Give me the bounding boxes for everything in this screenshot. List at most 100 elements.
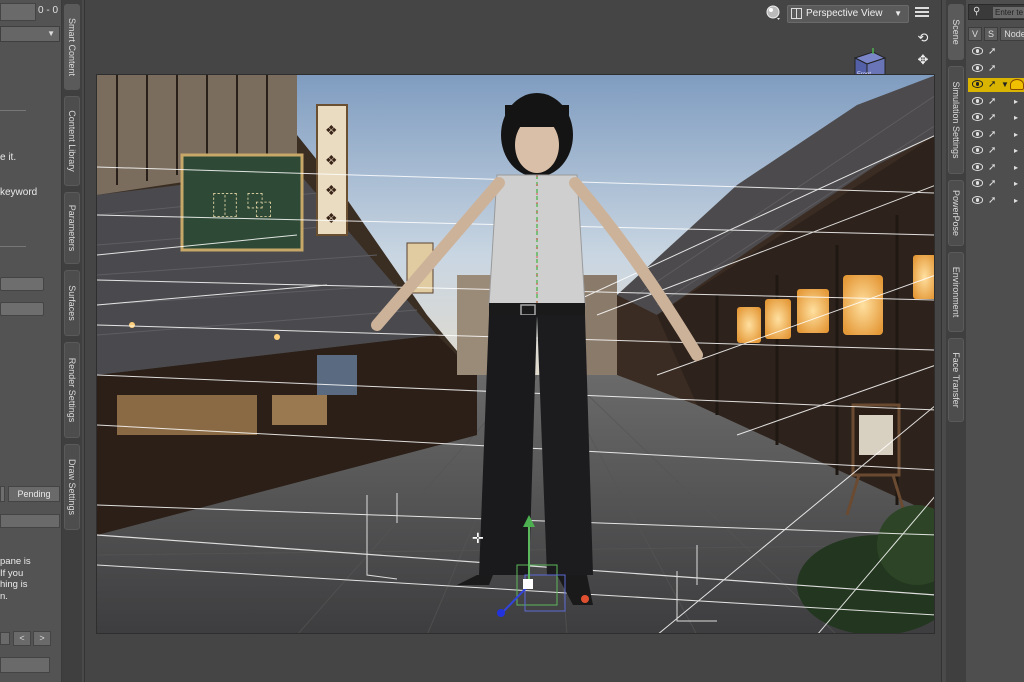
visibility-eye-icon[interactable] xyxy=(972,47,983,55)
visibility-eye-icon[interactable] xyxy=(972,195,983,204)
view-select[interactable]: Perspective View ▼ xyxy=(787,5,909,23)
selectable-cursor-icon[interactable]: ➚ xyxy=(988,112,996,123)
tab-label: Parameters xyxy=(67,204,77,252)
paper-lantern xyxy=(797,289,829,333)
scene-search-field[interactable]: ⚲ Enter te xyxy=(968,4,1024,20)
tab-content-library[interactable]: Content Library xyxy=(64,96,80,186)
tab-environment[interactable]: Environment xyxy=(948,252,964,332)
svg-text:❖: ❖ xyxy=(325,211,338,227)
scene-node-row[interactable]: ➚ xyxy=(968,62,1024,76)
selectable-cursor-icon[interactable]: ➚ xyxy=(988,162,996,173)
expand-arrow-icon[interactable]: ▸ xyxy=(1014,146,1018,155)
selectable-cursor-icon[interactable]: ➚ xyxy=(988,195,996,206)
category-dropdown[interactable]: ▼ xyxy=(0,26,60,42)
tab-powerpose[interactable]: PowerPose xyxy=(948,180,964,246)
tab-face-transfer[interactable]: Face Transfer xyxy=(948,338,964,422)
info-note-line: hing is xyxy=(0,579,28,590)
expand-arrow-icon[interactable]: ▸ xyxy=(1014,97,1018,106)
visibility-eye-icon[interactable] xyxy=(972,96,983,105)
column-node[interactable]: Node xyxy=(1000,27,1024,41)
visibility-eye-icon[interactable] xyxy=(972,63,983,72)
tab-surfaces[interactable]: Surfaces xyxy=(64,270,80,336)
search-input[interactable]: Enter te xyxy=(993,7,1024,18)
selectable-cursor-icon[interactable]: ➚ xyxy=(988,178,996,189)
scene-node-row[interactable]: ➚ ▸ xyxy=(968,111,1024,125)
selectable-cursor-icon[interactable]: ➚ xyxy=(988,46,996,57)
tab-smart-content[interactable]: Smart Content xyxy=(64,4,80,90)
pending-tab[interactable]: Pending xyxy=(8,486,60,502)
lighting-sphere-icon[interactable] xyxy=(765,4,783,22)
panel-button[interactable] xyxy=(0,302,44,316)
tab-label: Render Settings xyxy=(67,357,77,423)
top-input-field[interactable] xyxy=(0,3,36,21)
status-tab[interactable] xyxy=(0,486,5,502)
tab-label: Draw Settings xyxy=(67,458,77,516)
selectable-cursor-icon[interactable]: ➚ xyxy=(988,63,996,74)
divider xyxy=(0,110,26,111)
visibility-eye-icon[interactable] xyxy=(972,146,983,154)
scene-node-row[interactable]: ➚ ▸ xyxy=(968,177,1024,191)
status-row: Pending xyxy=(0,486,60,502)
chevron-down-icon: ▼ xyxy=(47,29,55,38)
tab-label: Face Transfer xyxy=(951,352,961,408)
tab-simulation-settings[interactable]: Simulation Settings xyxy=(948,66,964,174)
expand-arrow-icon[interactable]: ▸ xyxy=(1014,113,1018,122)
orbit-icon[interactable]: ⟲ xyxy=(915,30,931,46)
search-icon: ⚲ xyxy=(973,6,981,17)
info-text-fragment: keyword xyxy=(0,187,38,198)
scene-node-row[interactable]: ➚ ▸ xyxy=(968,95,1024,109)
panel-button[interactable] xyxy=(0,277,44,291)
info-note-line: pane is xyxy=(0,556,31,567)
visibility-eye-icon[interactable] xyxy=(972,80,983,88)
item-count-label: 0 - 0 xyxy=(38,5,59,16)
scene-node-row[interactable]: ➚ ▸ xyxy=(968,144,1024,158)
selectable-cursor-icon[interactable]: ➚ xyxy=(988,96,996,107)
expand-arrow-icon[interactable]: ▸ xyxy=(1014,196,1018,205)
scene-node-row[interactable]: ➚ xyxy=(968,45,1024,59)
expand-arrow-icon[interactable]: ▼ xyxy=(1001,80,1009,89)
tab-label: Scene xyxy=(951,19,961,45)
tab-render-settings[interactable]: Render Settings xyxy=(64,342,80,438)
column-selectable[interactable]: S xyxy=(984,27,998,41)
tab-label: PowerPose xyxy=(951,189,961,237)
column-visible[interactable]: V xyxy=(968,27,982,41)
expand-arrow-icon[interactable]: ▸ xyxy=(1014,130,1018,139)
visibility-eye-icon[interactable] xyxy=(972,129,983,138)
next-page-button[interactable]: > xyxy=(33,631,51,646)
pan-icon[interactable]: ✥ xyxy=(915,52,931,68)
render-viewport[interactable]: ⿰ ⿻ ❖ ❖ ❖ ❖ ✛ xyxy=(96,74,935,634)
svg-text:❖: ❖ xyxy=(325,183,338,199)
divider xyxy=(0,246,26,247)
tab-label: Surfaces xyxy=(67,285,77,321)
view-select-label: Perspective View xyxy=(806,8,883,19)
selectable-cursor-icon[interactable]: ➚ xyxy=(988,145,996,156)
viewport-menu-icon[interactable] xyxy=(915,7,929,19)
chevron-down-icon: ▼ xyxy=(894,9,902,18)
scene-node-row[interactable]: ➚ ▸ xyxy=(968,128,1024,142)
selectable-cursor-icon[interactable]: ➚ xyxy=(988,129,996,140)
visibility-eye-icon[interactable] xyxy=(972,113,983,121)
scene-render: ⿰ ⿻ ❖❖❖❖ ✛ xyxy=(97,75,934,633)
tab-label: Content Library xyxy=(67,110,77,172)
progress-bar xyxy=(0,514,60,528)
prev-page-button[interactable]: < xyxy=(13,631,31,646)
expand-arrow-icon[interactable]: ▸ xyxy=(1014,179,1018,188)
expand-arrow-icon[interactable]: ▸ xyxy=(1014,163,1018,172)
tab-label: Smart Content xyxy=(67,17,77,77)
visibility-eye-icon[interactable] xyxy=(972,179,983,187)
tab-parameters[interactable]: Parameters xyxy=(64,192,80,264)
scroll-handle[interactable] xyxy=(0,632,10,645)
svg-text:❖: ❖ xyxy=(325,153,338,169)
scene-node-row[interactable]: ➚ ▸ xyxy=(968,161,1024,175)
paper-lantern xyxy=(765,299,791,339)
scene-node-row[interactable]: ➚ ▼ xyxy=(968,78,1024,92)
left-tab-strip: Smart Content Content Library Parameters… xyxy=(62,0,82,682)
visibility-eye-icon[interactable] xyxy=(972,162,983,171)
scene-pane: ⚲ Enter te V S Node ➚ ➚ ➚ ▼ ➚ ▸ ➚ ▸ ➚ ▸ ➚ ▸ ➚ ▸ ➚ ▸ ➚ ▸ xyxy=(966,0,1024,682)
footer-button[interactable] xyxy=(0,657,50,673)
selectable-cursor-icon[interactable]: ➚ xyxy=(988,79,996,90)
scene-node-row[interactable]: ➚ ▸ xyxy=(968,194,1024,208)
tab-label: Simulation Settings xyxy=(951,81,961,159)
tab-scene[interactable]: Scene xyxy=(948,4,964,60)
tab-draw-settings[interactable]: Draw Settings xyxy=(64,444,80,530)
